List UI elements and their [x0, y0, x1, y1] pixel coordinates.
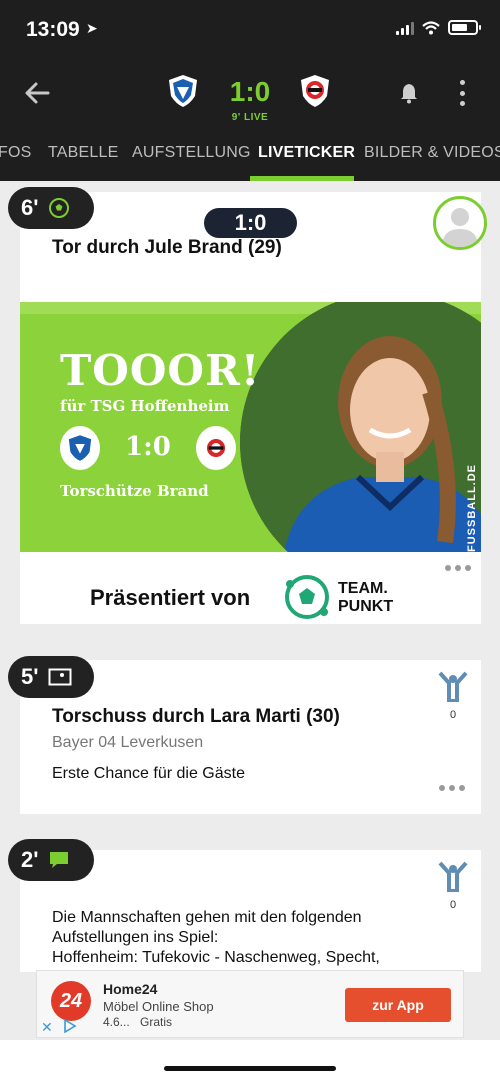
live-minute-label: 9' LIVE	[231, 112, 269, 123]
tab-bilder-videos[interactable]: BILDER & VIDEOS	[364, 144, 500, 162]
ad-banner[interactable]: 24 Home24 Möbel Online Shop 4.6... Grati…	[36, 970, 464, 1038]
event-score-badge: 1:0	[204, 208, 297, 238]
minute-label: 5'	[21, 664, 39, 689]
minute-badge: 5'	[8, 656, 94, 698]
goal-event-title: Tor durch Jule Brand (29)	[52, 237, 282, 258]
tab-aufstellung[interactable]: AUFSTELLUNG	[132, 144, 251, 162]
lineup-info-text: Die Mannschaften gehen mit den folgenden…	[52, 908, 442, 968]
goal-scorer: Torschütze Brand	[60, 482, 209, 500]
cheering-person-icon	[438, 671, 468, 703]
applause-reaction[interactable]: 0	[437, 860, 469, 911]
info-line-3: Hoffenheim: Tufekovic - Naschenweg, Spec…	[52, 949, 380, 966]
goal-frame-icon	[48, 668, 72, 686]
more-options-icon[interactable]	[456, 80, 468, 106]
comment-icon	[50, 852, 69, 868]
ad-title: Home24	[103, 981, 158, 997]
ad-logo: 24	[51, 981, 91, 1021]
player-photo	[240, 302, 481, 552]
ad-install-button[interactable]: zur App	[345, 988, 451, 1022]
player-avatar[interactable]	[433, 196, 487, 250]
header-score: 1:0	[229, 76, 271, 107]
battery-icon	[448, 20, 481, 35]
bell-icon[interactable]	[399, 82, 419, 104]
tab-bar: FOS TABELLE AUFSTELLUNG LIVETICKER BILDE…	[0, 128, 500, 181]
banner-score: 1:0	[125, 432, 171, 462]
sponsor-name: TEAM. PUNKT	[338, 580, 393, 616]
ad-rating: 4.6...	[103, 1015, 130, 1029]
sponsor-line-2: PUNKT	[338, 598, 394, 615]
goal-subline: für TSG Hoffenheim	[60, 397, 230, 415]
goal-headline: TOOOR!	[60, 346, 261, 395]
football-icon	[49, 198, 70, 218]
applause-reaction[interactable]: 0	[437, 670, 469, 721]
teampunkt-logo-icon[interactable]	[282, 574, 332, 620]
minute-label: 2'	[21, 847, 39, 872]
bottom-safe-area	[0, 1040, 500, 1082]
signal-icon	[396, 21, 414, 35]
goal-more-options-icon[interactable]	[445, 565, 471, 571]
reaction-count: 0	[449, 709, 457, 721]
fussball-de-watermark: FUSSBALL.DE	[466, 464, 478, 552]
wifi-icon	[422, 20, 440, 34]
shot-description: Erste Chance für die Gäste	[52, 765, 245, 782]
presented-by-label: Präsentiert von	[90, 585, 251, 610]
ad-close-icon[interactable]: ✕	[41, 1019, 53, 1036]
shot-team-name: Bayer 04 Leverkusen	[52, 734, 204, 751]
shot-more-options-icon[interactable]	[439, 785, 465, 791]
status-icons	[396, 20, 481, 35]
goal-graphic[interactable]: TOOOR! für TSG Hoffenheim 1:0 Torschütze…	[20, 302, 481, 552]
banner-away-crest-icon	[196, 426, 236, 470]
shot-event-title: Torschuss durch Lara Marti (30)	[52, 706, 340, 727]
ad-price: Gratis	[140, 1015, 173, 1029]
location-icon: ➤	[86, 20, 98, 36]
sponsor-line-1: TEAM.	[338, 580, 388, 597]
away-team-crest-icon[interactable]	[300, 74, 330, 108]
minute-badge: 6'	[8, 187, 94, 229]
status-time: 13:09	[26, 18, 80, 41]
info-line-2: Aufstellungen ins Spiel:	[52, 929, 219, 946]
minute-label: 6'	[21, 195, 39, 220]
app-header: 13:09 ➤ 1:0 9' LIVE	[0, 0, 500, 128]
ad-subtitle: Möbel Online Shop	[103, 999, 214, 1014]
tab-tabelle[interactable]: TABELLE	[48, 144, 118, 162]
active-tab-indicator	[250, 176, 354, 181]
home-indicator[interactable]	[164, 1066, 336, 1071]
tab-liveticker[interactable]: LIVETICKER	[258, 144, 355, 162]
minute-badge: 2'	[8, 839, 94, 881]
ad-choices-icon[interactable]	[63, 1019, 77, 1033]
tab-infos[interactable]: FOS	[0, 144, 32, 162]
banner-home-crest-icon	[60, 426, 100, 470]
cheering-person-icon	[438, 861, 468, 893]
info-line-1: Die Mannschaften gehen mit den folgenden	[52, 909, 362, 926]
